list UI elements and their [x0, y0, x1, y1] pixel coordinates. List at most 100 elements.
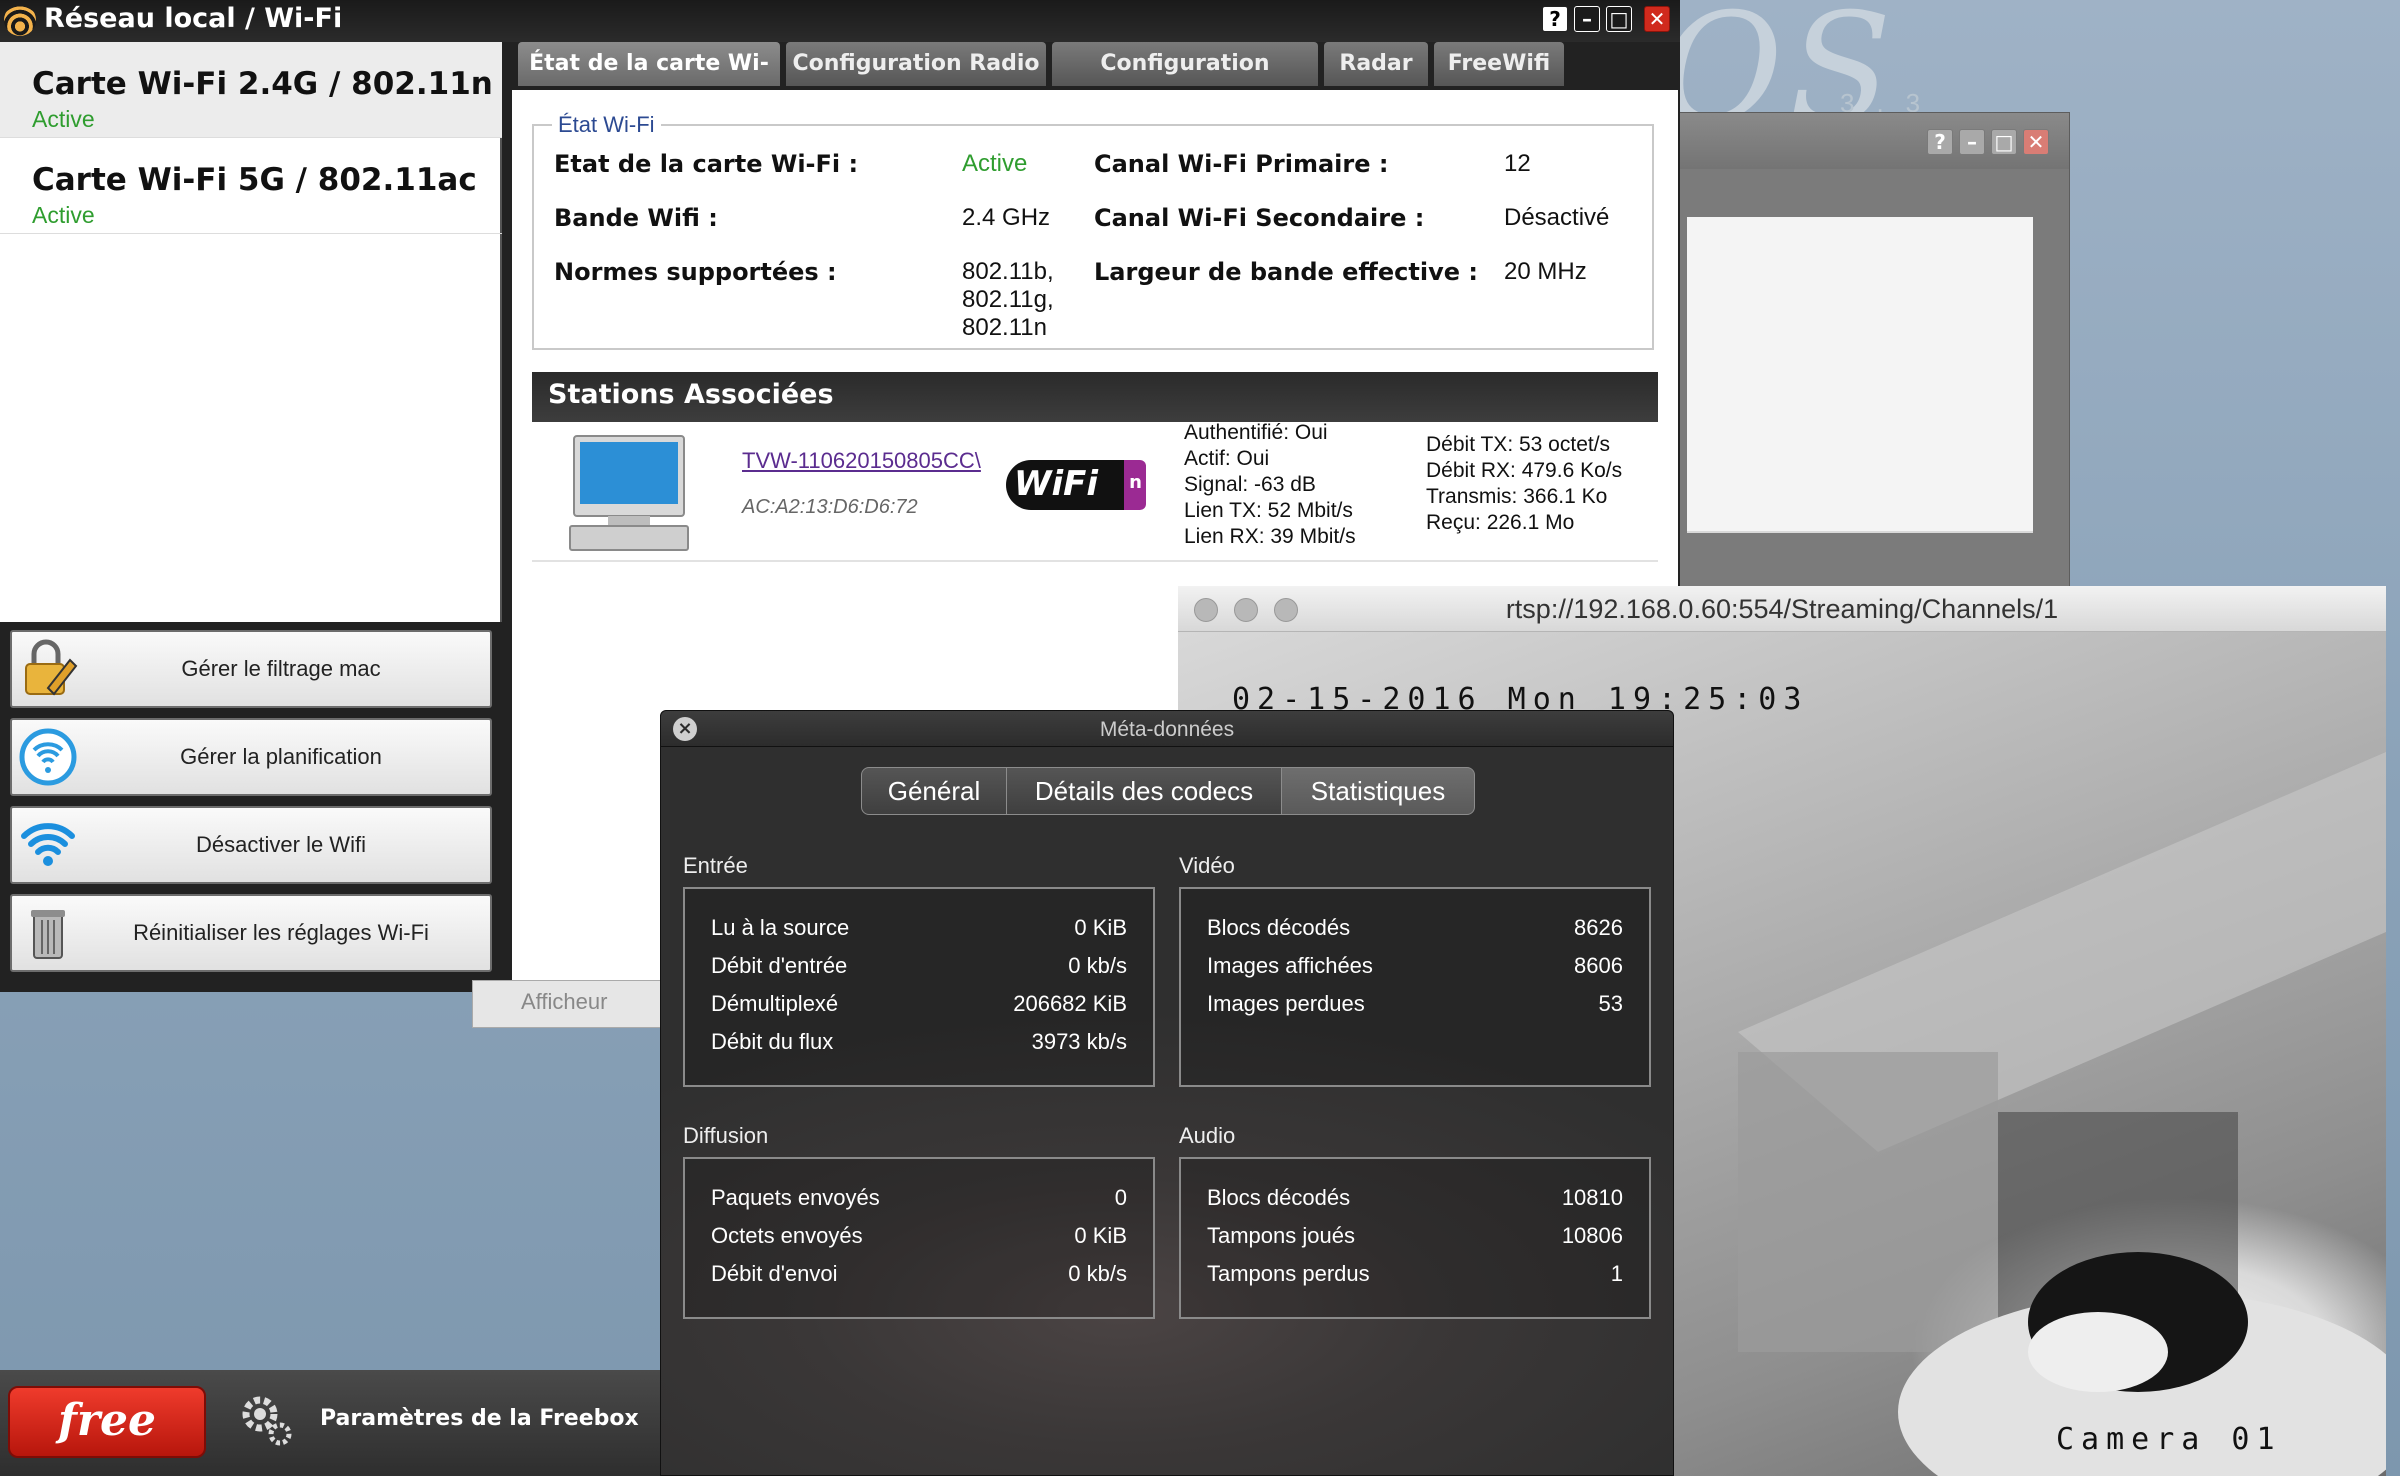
stat-label: Débit d'envoi [711, 1261, 838, 1286]
stat-label: Blocs décodés [1207, 1185, 1351, 1210]
stat-row: Lu à la source 0 KiB [711, 915, 1127, 949]
tab-radar[interactable]: Radar [1324, 42, 1428, 86]
tab-etat-carte[interactable]: État de la carte Wi-Fi [518, 42, 780, 120]
norme-item: 802.11b, [962, 258, 1054, 285]
canal-secondaire-label: Canal Wi-Fi Secondaire : [1094, 204, 1425, 232]
stat-value: 8606 [1574, 953, 1623, 978]
bande-label: Bande Wifi : [554, 204, 718, 232]
stat-row: Blocs décodés 10810 [1207, 1185, 1623, 1219]
stat-label: Démultiplexé [711, 991, 839, 1016]
stat-label: Images perdues [1207, 991, 1365, 1016]
fieldset-legend: État Wi-Fi [552, 112, 661, 138]
divider [1687, 531, 2033, 533]
station-name-link[interactable]: TVW-110620150805CC\ [742, 448, 981, 475]
largeur-value: 20 MHz [1504, 258, 1587, 285]
disable-wifi-button[interactable]: Désactiver le Wifi [10, 806, 492, 884]
card-title: Carte Wi-Fi 2.4G / 802.11n [32, 66, 493, 102]
help-button[interactable]: ? [1927, 129, 1953, 155]
stat-value: 53 [1598, 991, 1623, 1016]
stat-row: Tampons joués 10806 [1207, 1223, 1623, 1257]
action-label: Gérer la planification [180, 744, 382, 769]
minimize-button[interactable]: – [1574, 6, 1600, 32]
afficheur-button[interactable]: Afficheur [472, 980, 672, 1028]
background-window: ? – □ ✕ [1670, 112, 2070, 604]
stat-label: Lu à la source [711, 915, 850, 940]
norme-item: 802.11g, [962, 286, 1054, 313]
segment-statistiques[interactable]: Statistiques [1281, 767, 1475, 815]
stat-row: Débit du flux 3973 kb/s [711, 1029, 1127, 1063]
minimize-button[interactable]: – [1959, 129, 1985, 155]
stat-label: Paquets envoyés [711, 1185, 880, 1210]
maximize-button[interactable]: □ [1606, 6, 1632, 32]
normes-value: 802.11b, 802.11g, 802.11n [962, 258, 1054, 342]
trash-icon [31, 910, 65, 959]
action-label: Réinitialiser les réglages Wi-Fi [133, 920, 429, 945]
close-button[interactable]: ✕ [2023, 129, 2049, 155]
audio-title: Audio [1179, 1123, 1236, 1148]
stat-row: Blocs décodés 8626 [1207, 915, 1623, 949]
stat-value: 1 [1610, 1261, 1623, 1286]
lock-pen-icon [25, 639, 78, 696]
entree-box: Lu à la source 0 KiB Débit d'entrée 0 kb/s… [683, 887, 1155, 1087]
video-titlebar: rtsp://192.168.0.60:554/Streaming/Channe… [1178, 586, 2386, 632]
card-item-5g[interactable]: Carte Wi-Fi 5G / 802.11ac Active [0, 138, 502, 234]
free-button[interactable]: free [8, 1386, 206, 1458]
video-title: rtsp://192.168.0.60:554/Streaming/Channe… [1505, 594, 2059, 624]
card-item-2g[interactable]: Carte Wi-Fi 2.4G / 802.11n Active [0, 42, 502, 138]
video-box: Blocs décodés 8626 Images affichées 8606 I… [1179, 887, 1651, 1087]
info-line: Signal: -63 dB [1184, 473, 1316, 496]
stat-row: Débit d'envoi 0 kb/s [711, 1261, 1127, 1295]
stat-label: Débit d'entrée [711, 953, 848, 978]
tab-configuration-reseau[interactable]: Configuration Réseau [1052, 42, 1318, 120]
schedule-button[interactable]: Gérer la planification [10, 718, 492, 796]
stat-row: Démultiplexé 206682 KiB [711, 991, 1127, 1025]
window-title: Réseau local / Wi-Fi [44, 3, 343, 34]
rate-line: Débit RX: 479.6 Ko/s [1426, 459, 1623, 482]
wifi-logo: WiFi n [1006, 460, 1146, 510]
info-line: Actif: Oui [1184, 447, 1270, 470]
osd-camera: Camera 01 [2056, 1422, 2282, 1457]
stat-value: 10806 [1561, 1223, 1623, 1248]
info-line: Lien RX: 39 Mbit/s [1184, 525, 1356, 548]
entree-title: Entrée [683, 853, 748, 878]
canal-primaire-label: Canal Wi-Fi Primaire : [1094, 150, 1389, 178]
network-icon [4, 4, 36, 36]
mac-filter-button[interactable]: Gérer le filtrage mac [10, 630, 492, 708]
segment-general[interactable]: Général [861, 767, 1007, 815]
largeur-label: Largeur de bande effective : [1094, 258, 1478, 286]
stations-header: Stations Associées [532, 372, 1658, 422]
stat-label: Débit du flux [711, 1029, 834, 1054]
stat-value: 0 [1114, 1185, 1127, 1210]
stat-value: 10810 [1561, 1185, 1623, 1210]
maximize-button[interactable]: □ [1991, 129, 2017, 155]
reset-wifi-button[interactable]: Réinitialiser les réglages Wi-Fi [10, 894, 492, 972]
stat-value: 0 KiB [1074, 1223, 1127, 1248]
station-row[interactable]: TVW-110620150805CC\ AC:A2:13:D6:D6:72 Wi… [532, 421, 1658, 562]
action-label: Désactiver le Wifi [196, 832, 366, 857]
stat-value: 0 kb/s [1068, 1261, 1127, 1286]
metadata-title: Méta-données [1099, 718, 1235, 741]
info-line: Authentifié: Oui [1184, 421, 1328, 444]
stat-label: Tampons joués [1207, 1223, 1355, 1248]
station-name[interactable]: TVW-110620150805CC\ [742, 448, 981, 473]
close-button[interactable]: ✕ [1644, 6, 1670, 32]
stat-row: Images perdues 53 [1207, 991, 1623, 1025]
card-title: Carte Wi-Fi 5G / 802.11ac [32, 162, 477, 198]
canal-secondaire-value: Désactivé [1504, 204, 1610, 231]
help-button[interactable]: ? [1542, 6, 1568, 32]
rate-line: Débit TX: 53 octet/s [1426, 433, 1611, 456]
tab-configuration-radio[interactable]: Configuration Radio [786, 42, 1046, 86]
stat-value: 206682 KiB [1013, 991, 1127, 1016]
rate-line: Reçu: 226.1 Mo [1426, 511, 1575, 534]
etat-label: Etat de la carte Wi-Fi : [554, 150, 859, 178]
tab-freewifi[interactable]: FreeWifi [1434, 42, 1564, 86]
diffusion-title: Diffusion [683, 1123, 769, 1148]
wifi-clock-icon [19, 728, 77, 786]
freebox-settings-button[interactable]: Paramètres de la Freebox [320, 1406, 639, 1431]
station-mac: AC:A2:13:D6:D6:72 [742, 496, 918, 518]
segment-codecs[interactable]: Détails des codecs [1006, 767, 1282, 815]
wifi-logo-text: WiFi [1014, 464, 1099, 504]
info-line: Lien TX: 52 Mbit/s [1184, 499, 1353, 522]
card-list: Carte Wi-Fi 2.4G / 802.11n Active Carte … [0, 42, 502, 622]
stat-label: Tampons perdus [1207, 1261, 1370, 1286]
